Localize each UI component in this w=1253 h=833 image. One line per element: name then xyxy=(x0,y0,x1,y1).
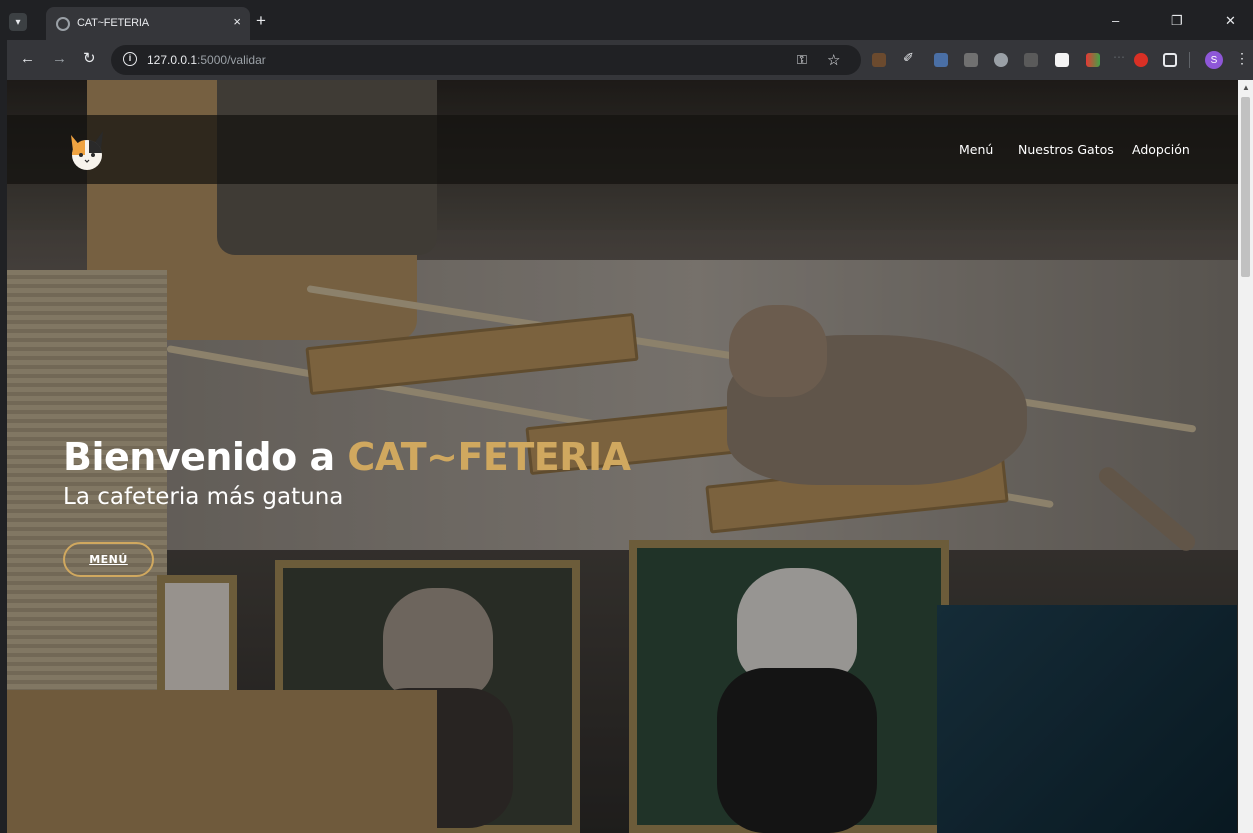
eyedropper-icon[interactable]: ✐ xyxy=(903,50,917,65)
minimize-icon[interactable]: – xyxy=(1112,13,1119,28)
page-viewport: Menú Nuestros Gatos Adopción Bienvenido … xyxy=(7,80,1238,833)
new-tab-button[interactable]: + xyxy=(256,12,266,29)
hero-subtitle: La cafeteria más gatuna xyxy=(63,484,344,510)
extension-icon[interactable] xyxy=(872,53,886,67)
site-info-icon[interactable]: i xyxy=(123,52,137,66)
more-extensions-icon[interactable]: ⋯ xyxy=(1113,50,1127,64)
extension-icon[interactable] xyxy=(994,53,1008,67)
address-bar[interactable]: i 127.0.0.1:5000/validar ⚿ ☆ xyxy=(111,45,861,75)
browser-tabstrip: ▾ CAT~FETERIA × + – ❐ ✕ xyxy=(7,5,1253,40)
reload-icon[interactable]: ↻ xyxy=(83,51,96,67)
profile-avatar[interactable]: S xyxy=(1205,51,1223,69)
restore-icon[interactable]: ❐ xyxy=(1171,13,1183,29)
tab-title: CAT~FETERIA xyxy=(77,17,149,29)
browser-toolbar: ← → ↻ i 127.0.0.1:5000/validar ⚿ ☆ ✐ ⋯ S… xyxy=(7,40,1253,80)
cat-logo-icon[interactable] xyxy=(67,127,107,171)
url-host: 127.0.0.1 xyxy=(147,53,198,67)
extension-icon[interactable] xyxy=(934,53,948,67)
browser-menu-icon[interactable]: ⋮ xyxy=(1235,50,1249,67)
extension-icon[interactable] xyxy=(1055,53,1069,67)
nav-link-adopcion[interactable]: Adopción xyxy=(1132,142,1190,157)
hero-title: Bienvenido a CAT~FETERIA xyxy=(63,435,631,479)
scrollbar-thumb[interactable] xyxy=(1241,97,1250,277)
back-arrow-icon[interactable]: ← xyxy=(20,51,35,67)
globe-icon xyxy=(56,17,70,31)
forward-arrow-icon[interactable]: → xyxy=(52,51,67,67)
url-text[interactable]: 127.0.0.1:5000/validar xyxy=(147,53,266,67)
tab-close-icon[interactable]: × xyxy=(233,14,241,29)
toolbar-divider xyxy=(1189,52,1190,68)
extension-icon[interactable] xyxy=(964,53,978,67)
password-key-icon[interactable]: ⚿ xyxy=(797,52,807,68)
close-window-icon[interactable]: ✕ xyxy=(1225,13,1236,29)
nav-link-menu[interactable]: Menú xyxy=(959,142,993,157)
hero-title-prefix: Bienvenido a xyxy=(63,435,348,479)
url-path: :5000/validar xyxy=(197,53,266,67)
adblock-icon[interactable] xyxy=(1134,53,1148,67)
browser-tab-active[interactable]: CAT~FETERIA × xyxy=(46,7,250,40)
nav-link-nuestros-gatos[interactable]: Nuestros Gatos xyxy=(1018,142,1114,157)
scroll-up-arrow-icon[interactable]: ▲ xyxy=(1242,83,1250,92)
site-header: Menú Nuestros Gatos Adopción xyxy=(7,115,1238,184)
extension-icon[interactable] xyxy=(1086,53,1100,67)
bookmark-star-icon[interactable]: ☆ xyxy=(827,51,840,69)
tab-search-chevron-icon[interactable]: ▾ xyxy=(9,13,27,31)
extension-icon[interactable] xyxy=(1024,53,1038,67)
hero-title-brand: CAT~FETERIA xyxy=(347,435,631,479)
hero-menu-button[interactable]: MENÚ xyxy=(63,542,154,577)
page-scrollbar[interactable]: ▲ xyxy=(1238,80,1253,833)
puzzle-extensions-icon[interactable] xyxy=(1163,53,1177,67)
